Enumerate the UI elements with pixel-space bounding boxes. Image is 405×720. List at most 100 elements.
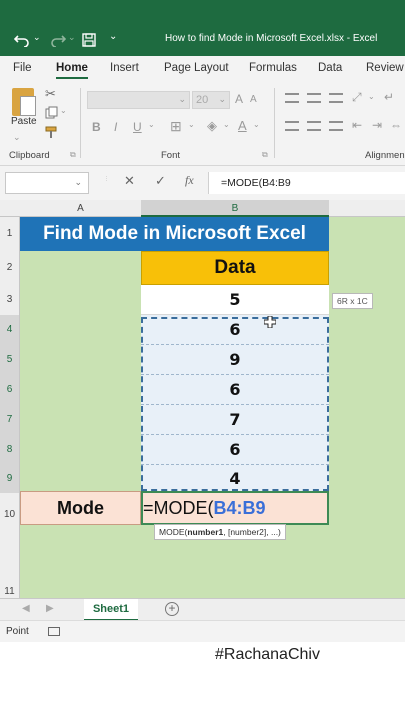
borders-icon[interactable]: ⊞ [170, 118, 182, 135]
sheet-tab-sheet1[interactable]: Sheet1 [84, 599, 138, 621]
tab-page-layout[interactable]: Page Layout [164, 62, 229, 74]
italic-icon[interactable]: I [114, 120, 117, 134]
copy-icon[interactable] [45, 106, 58, 119]
row-header-3[interactable]: 3 [0, 285, 20, 315]
row-header-11[interactable]: 11 [0, 525, 20, 598]
ribbon-home: Paste ⌄ ✂ ⌄ Clipboard ⧉ ⌄ 20 ⌄ A A B I U… [0, 82, 405, 166]
decrease-indent-icon[interactable]: ⇤ [352, 118, 362, 132]
underline-dropdown-icon[interactable]: ⌄ [148, 120, 155, 129]
prev-sheet-icon[interactable]: ◀ [22, 603, 30, 614]
status-bar: Point [0, 620, 405, 642]
enter-icon[interactable]: ✓ [155, 173, 166, 189]
bold-icon[interactable]: B [92, 120, 101, 134]
title-cell[interactable]: Find Mode in Microsoft Excel [20, 217, 329, 251]
mode-label-cell[interactable]: Mode [20, 491, 141, 525]
borders-dropdown-icon[interactable]: ⌄ [188, 120, 195, 129]
fill-color-icon[interactable]: ◈ [207, 118, 217, 134]
tab-insert[interactable]: Insert [110, 62, 139, 74]
redo-icon[interactable] [50, 33, 66, 47]
row-header-7[interactable]: 7 [0, 405, 20, 435]
chevron-down-icon: ⌄ [178, 94, 186, 104]
redo-dropdown-icon[interactable]: ⌄ [68, 32, 76, 43]
select-all-corner[interactable] [0, 200, 20, 217]
font-launcher-icon[interactable]: ⧉ [262, 150, 268, 160]
row-header-8[interactable]: 8 [0, 435, 20, 465]
row-header-5[interactable]: 5 [0, 345, 20, 375]
data-header-cell[interactable]: Data [141, 251, 329, 285]
font-group-label: Font [161, 150, 181, 161]
font-name-dropdown[interactable]: ⌄ [87, 91, 190, 109]
tooltip-arg-rest: , [number2], ...) [223, 527, 281, 537]
cell-cursor-icon [264, 316, 276, 328]
cut-icon[interactable]: ✂ [45, 86, 56, 102]
insert-function-icon[interactable]: fx [185, 173, 194, 188]
data-cell-b3[interactable]: 5 [141, 285, 329, 315]
chevron-down-icon: ⌄ [218, 94, 226, 104]
tab-formulas[interactable]: Formulas [249, 62, 297, 74]
tooltip-arg-current: number1 [187, 527, 224, 537]
align-left-icon[interactable] [285, 121, 299, 131]
font-size-dropdown[interactable]: 20 ⌄ [192, 91, 230, 109]
row-header-9[interactable]: 9 [0, 465, 20, 493]
save-icon[interactable] [82, 33, 96, 47]
formula-bar: ⌄ ⋮ ✕ ✓ fx =MODE(B4:B9 [0, 166, 405, 200]
watermark-text: #RachanaChiv [215, 646, 320, 663]
tab-review[interactable]: Review [366, 62, 404, 74]
row-header-2[interactable]: 2 [0, 251, 20, 285]
paper-icon [20, 96, 36, 116]
paste-dropdown-icon[interactable]: ⌄ [13, 132, 21, 143]
customize-toolbar-icon[interactable]: ⌄ [109, 31, 117, 42]
copy-dropdown-icon[interactable]: ⌄ [60, 106, 67, 115]
formula-edit-cell[interactable]: =MODE(B4:B9 [141, 491, 329, 525]
row-header-4[interactable]: 4 [0, 315, 20, 345]
more-icon: ⋮ [104, 176, 109, 182]
align-right-icon[interactable] [329, 121, 343, 131]
chevron-down-icon: ⌄ [74, 177, 82, 187]
worksheet-grid[interactable]: A B 1 2 3 4 5 6 7 8 9 10 11 Find Mode in… [0, 200, 405, 598]
excel-window: ⌄ ⌄ ⌄ How to find Mode in Microsoft Exce… [0, 0, 405, 720]
title-bar: ⌄ ⌄ ⌄ How to find Mode in Microsoft Exce… [0, 0, 405, 56]
window-title: How to find Mode in Microsoft Excel.xlsx… [165, 33, 378, 44]
orientation-dropdown-icon[interactable]: ⌄ [368, 92, 375, 101]
increase-font-icon[interactable]: A [235, 92, 243, 106]
status-mode: Point [6, 626, 29, 637]
clipboard-launcher-icon[interactable]: ⧉ [70, 150, 76, 160]
group-divider [274, 88, 275, 158]
align-center-icon[interactable] [307, 121, 321, 131]
row-header-6[interactable]: 6 [0, 375, 20, 405]
name-box[interactable]: ⌄ [5, 172, 89, 194]
orientation-icon[interactable]: ⤢ [352, 90, 362, 105]
wrap-text-icon[interactable]: ↵ [384, 90, 394, 104]
tooltip-function: MODE( [159, 527, 188, 537]
format-painter-icon[interactable] [45, 126, 59, 139]
undo-dropdown-icon[interactable]: ⌄ [33, 32, 41, 43]
accessibility-icon[interactable] [48, 627, 60, 636]
fill-color-dropdown-icon[interactable]: ⌄ [223, 120, 230, 129]
tab-data[interactable]: Data [318, 62, 342, 74]
sheet-tab-bar: ◀ ▶ Sheet1 + [0, 598, 405, 621]
align-middle-icon[interactable] [307, 93, 321, 103]
align-bottom-icon[interactable] [329, 93, 343, 103]
undo-icon[interactable] [14, 33, 30, 47]
formula-range-reference: B4:B9 [213, 497, 266, 518]
increase-indent-icon[interactable]: ⇥ [372, 118, 382, 132]
next-sheet-icon[interactable]: ▶ [46, 603, 54, 614]
tab-home[interactable]: Home [56, 62, 88, 79]
row-header-10[interactable]: 10 [0, 493, 20, 525]
column-header-c[interactable] [329, 200, 405, 217]
merge-center-icon[interactable]: ⇔ [390, 118, 402, 132]
cancel-icon[interactable]: ✕ [124, 173, 135, 189]
font-color-dropdown-icon[interactable]: ⌄ [253, 120, 260, 129]
function-argument-tooltip[interactable]: MODE(number1, [number2], ...) [154, 524, 286, 540]
column-header-a[interactable]: A [20, 200, 141, 217]
font-color-icon[interactable]: A [238, 118, 247, 133]
clipboard-group-label: Clipboard [9, 150, 50, 161]
row-header-1[interactable]: 1 [0, 217, 20, 251]
formula-input[interactable]: =MODE(B4:B9 [208, 172, 405, 194]
column-header-b[interactable]: B [141, 200, 329, 217]
plus-circle-icon[interactable]: + [165, 602, 179, 616]
underline-icon[interactable]: U [133, 120, 142, 134]
align-top-icon[interactable] [285, 93, 299, 103]
decrease-font-icon[interactable]: A [250, 94, 257, 105]
tab-file[interactable]: File [13, 62, 32, 74]
